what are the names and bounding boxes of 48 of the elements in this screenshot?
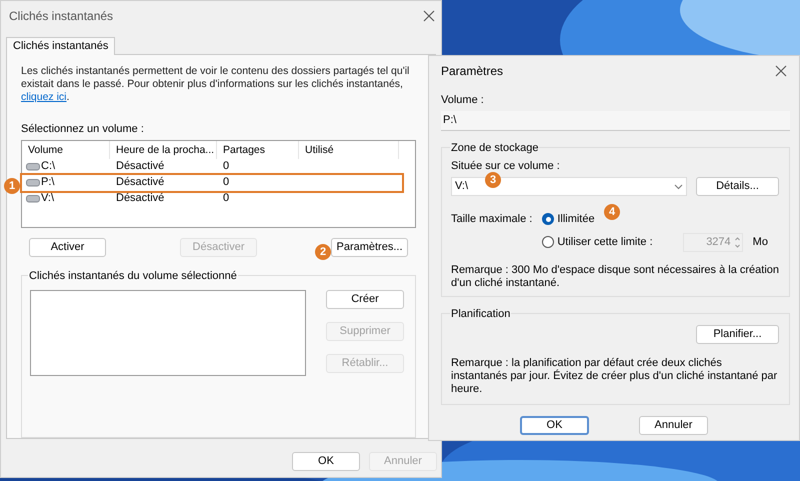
table-cell-text: Désactivé (115, 191, 166, 206)
table-cell-text: C:\ (41, 159, 56, 174)
window-title: Clichés instantanés (9, 8, 114, 25)
chevron-down-icon (674, 184, 683, 190)
schedule-button[interactable]: Planifier... (696, 324, 779, 344)
table-cell-text: 0 (222, 159, 230, 174)
action-button[interactable]: Activer (29, 238, 106, 256)
action-button[interactable]: Créer (326, 290, 404, 308)
dialog-button[interactable]: OK (520, 416, 589, 434)
volume-label: Volume : (441, 93, 485, 108)
table-cell-text: 0 (222, 191, 230, 206)
storage-note: Remarque : 300 Mo d'espace disque sont nécessaires à la création d'un cliché instantané. (451, 264, 780, 290)
volume-label: Sélectionnez un volume : (21, 122, 145, 137)
radio-button[interactable] (542, 213, 554, 226)
volume-field: P:\ (441, 110, 790, 130)
volume-row[interactable]: C:\ Désactivé 0 (22, 158, 402, 174)
drive-icon (26, 178, 40, 187)
volume-row[interactable]: P:\ Désactivé 0 (22, 174, 402, 190)
table-cell-text: P:\ (41, 175, 54, 190)
column-header[interactable]: Utilisé (299, 140, 399, 158)
location-label: Située sur ce volume : (451, 158, 561, 174)
column-header[interactable]: Volume (22, 140, 110, 158)
drive-icon (26, 194, 40, 203)
column-header[interactable]: Partages (217, 140, 299, 158)
snapshot-list[interactable] (30, 290, 306, 376)
dialog-button[interactable]: OK (292, 452, 360, 471)
table-cell-text: 0 (222, 175, 230, 190)
schedule-note: Remarque : la planification par défaut crée deux clichés instantanés par jour. Évitez de créer plus d'un cliché instantané par heure. (451, 356, 778, 396)
window-title: Paramètres (441, 63, 504, 80)
volume-row[interactable]: V:\ Désactivé 0 (22, 190, 402, 206)
table-cell-text: Désactivé (115, 159, 166, 174)
tab[interactable]: Clichés instantanés (6, 37, 116, 55)
dialog-button[interactable]: Annuler (639, 416, 708, 434)
unit-label: Mo (752, 234, 768, 250)
action-button[interactable]: Paramètres... (331, 238, 408, 256)
help-link[interactable]: cliquez ici (21, 91, 67, 103)
column-header[interactable]: Heure de la procha... (110, 140, 217, 158)
drive-icon (26, 162, 40, 171)
radio-option[interactable]: Illimitée (542, 211, 595, 228)
max-size-label: Taille maximale : (451, 212, 532, 227)
table-cell-text: V:\ (41, 191, 54, 206)
description-text: Les clichés instantanés permettent de voir le contenu des dossiers partagés tel qu'il existait dans le passé. Pour obtenir plus d'informations sur les clichés instantanés, cliquez ici. (21, 65, 410, 104)
close-icon[interactable] (423, 10, 435, 22)
table-cell-text: Désactivé (115, 175, 166, 190)
radio-option[interactable]: Utiliser cette limite : (542, 234, 653, 250)
close-icon[interactable] (775, 65, 787, 77)
radio-button[interactable] (542, 236, 554, 248)
details-button[interactable]: Détails... (696, 177, 779, 196)
